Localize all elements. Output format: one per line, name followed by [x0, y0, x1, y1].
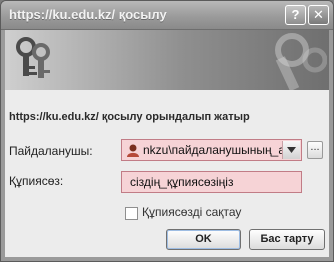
browse-users-button[interactable]: ...: [307, 141, 323, 159]
cancel-button[interactable]: Бас тарту: [249, 229, 325, 250]
window-title: https://ku.edu.kz/ қосылу: [9, 7, 167, 22]
username-value: nkzu\пайдаланушының_аты: [143, 143, 283, 157]
password-field[interactable]: сіздің_құпиясөзіңіз: [121, 171, 302, 193]
remember-password-checkbox[interactable]: [125, 207, 138, 220]
banner-keys-art-icon: [275, 33, 327, 90]
remember-password-label: Құпиясөзді сақтау: [142, 205, 242, 219]
username-dropdown-button[interactable]: [282, 141, 300, 159]
username-combobox[interactable]: nkzu\пайдаланушының_аты: [121, 139, 302, 161]
ok-button[interactable]: OK: [166, 229, 241, 250]
login-dialog: https://ku.edu.kz/ қосылу ? ✕ https://ku…: [0, 0, 334, 262]
password-label: Құпиясөз:: [9, 174, 64, 188]
title-bar[interactable]: https://ku.edu.kz/ қосылу ? ✕: [1, 1, 333, 30]
chevron-down-icon: [287, 147, 296, 153]
connecting-message: https://ku.edu.kz/ қосылу орындалып жаты…: [9, 111, 250, 123]
close-button[interactable]: ✕: [308, 5, 329, 25]
dialog-banner: [5, 30, 329, 90]
help-button[interactable]: ?: [285, 5, 306, 25]
keys-icon: [16, 37, 50, 78]
dialog-body: https://ku.edu.kz/ қосылу орындалып жаты…: [5, 30, 329, 257]
username-label: Пайдаланушы:: [9, 144, 93, 158]
user-icon: [127, 144, 139, 157]
